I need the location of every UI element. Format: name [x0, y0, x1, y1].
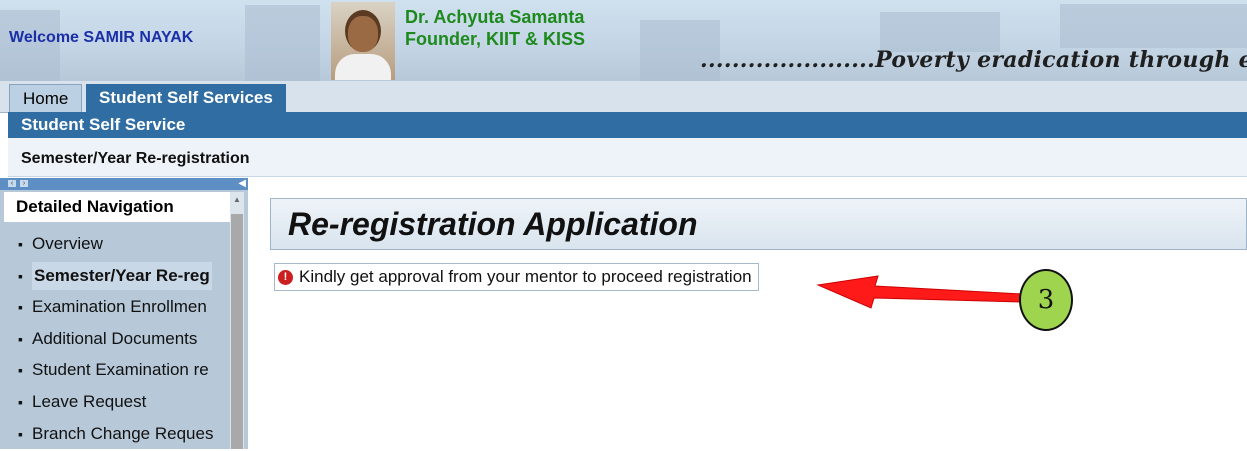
nav-item-overview[interactable]: ▪ Overview — [0, 230, 230, 262]
subnav-bar: Student Self Service — [8, 112, 1247, 138]
application-title: Re-registration Application — [270, 198, 1247, 250]
nav-item-semester-reregistration[interactable]: ▪ Semester/Year Re-reg — [0, 261, 230, 294]
bullet-icon: ▪ — [18, 393, 23, 410]
collapse-icon[interactable]: ◀ — [238, 179, 246, 189]
nav-title: Detailed Navigation — [4, 192, 230, 222]
bullet-icon: ▪ — [18, 330, 23, 347]
banner-building-image — [1060, 4, 1247, 48]
annotation-callout: 3 — [1019, 269, 1073, 331]
error-message-text: Kindly get approval from your mentor to … — [299, 267, 752, 286]
banner-building-image — [880, 12, 1000, 52]
header-banner: Welcome SAMIR NAYAK Dr. Achyuta Samanta … — [0, 0, 1247, 81]
founder-caption: Dr. Achyuta Samanta Founder, KIIT & KISS — [405, 6, 585, 50]
error-icon: ! — [278, 270, 293, 285]
founder-title: Founder, KIIT & KISS — [405, 29, 586, 49]
tagline: ......................Poverty eradicatio… — [700, 47, 1247, 73]
subnav-student-self-service[interactable]: Student Self Service — [8, 115, 185, 134]
page-title-bar: Semester/Year Re-registration — [8, 138, 1247, 177]
main-content: Re-registration Application ! Kindly get… — [262, 190, 1247, 449]
chevron-right-icon[interactable]: › — [20, 180, 28, 187]
page-title: Semester/Year Re-registration — [21, 150, 250, 167]
nav-scrollbar[interactable]: ▲ — [230, 192, 244, 449]
tab-home[interactable]: Home — [9, 84, 83, 113]
top-tab-bar: Home Student Self Services — [0, 81, 1247, 113]
tab-student-self-services[interactable]: Student Self Services — [86, 84, 286, 112]
scroll-up-icon[interactable]: ▲ — [233, 195, 241, 204]
nav-item-examination-enrollment[interactable]: ▪ Examination Enrollmen — [0, 293, 230, 325]
bullet-icon: ▪ — [18, 299, 23, 316]
chevron-left-icon[interactable]: ‹ — [8, 180, 16, 187]
detailed-navigation-panel: Detailed Navigation ▪ Overview ▪ Semeste… — [0, 190, 248, 449]
nav-item-leave-request[interactable]: ▪ Leave Request — [0, 388, 230, 420]
founder-name: Dr. Achyuta Samanta — [405, 7, 585, 27]
bullet-icon: ▪ — [18, 362, 23, 379]
nav-list: ▪ Overview ▪ Semester/Year Re-reg ▪ Exam… — [0, 230, 230, 451]
bullet-icon: ▪ — [18, 425, 23, 442]
welcome-text: Welcome SAMIR NAYAK — [9, 29, 194, 46]
nav-item-additional-documents[interactable]: ▪ Additional Documents — [0, 325, 230, 357]
error-message: ! Kindly get approval from your mentor t… — [274, 263, 759, 291]
scroll-thumb[interactable] — [231, 214, 243, 449]
nav-item-student-examination[interactable]: ▪ Student Examination re — [0, 356, 230, 388]
nav-splitter[interactable]: ‹ › ◀ — [0, 178, 248, 190]
bullet-icon: ▪ — [18, 267, 23, 284]
nav-item-branch-change-request[interactable]: ▪ Branch Change Reques — [0, 420, 230, 451]
bullet-icon: ▪ — [18, 236, 23, 252]
founder-photo — [331, 2, 395, 80]
banner-building-image — [245, 5, 320, 81]
